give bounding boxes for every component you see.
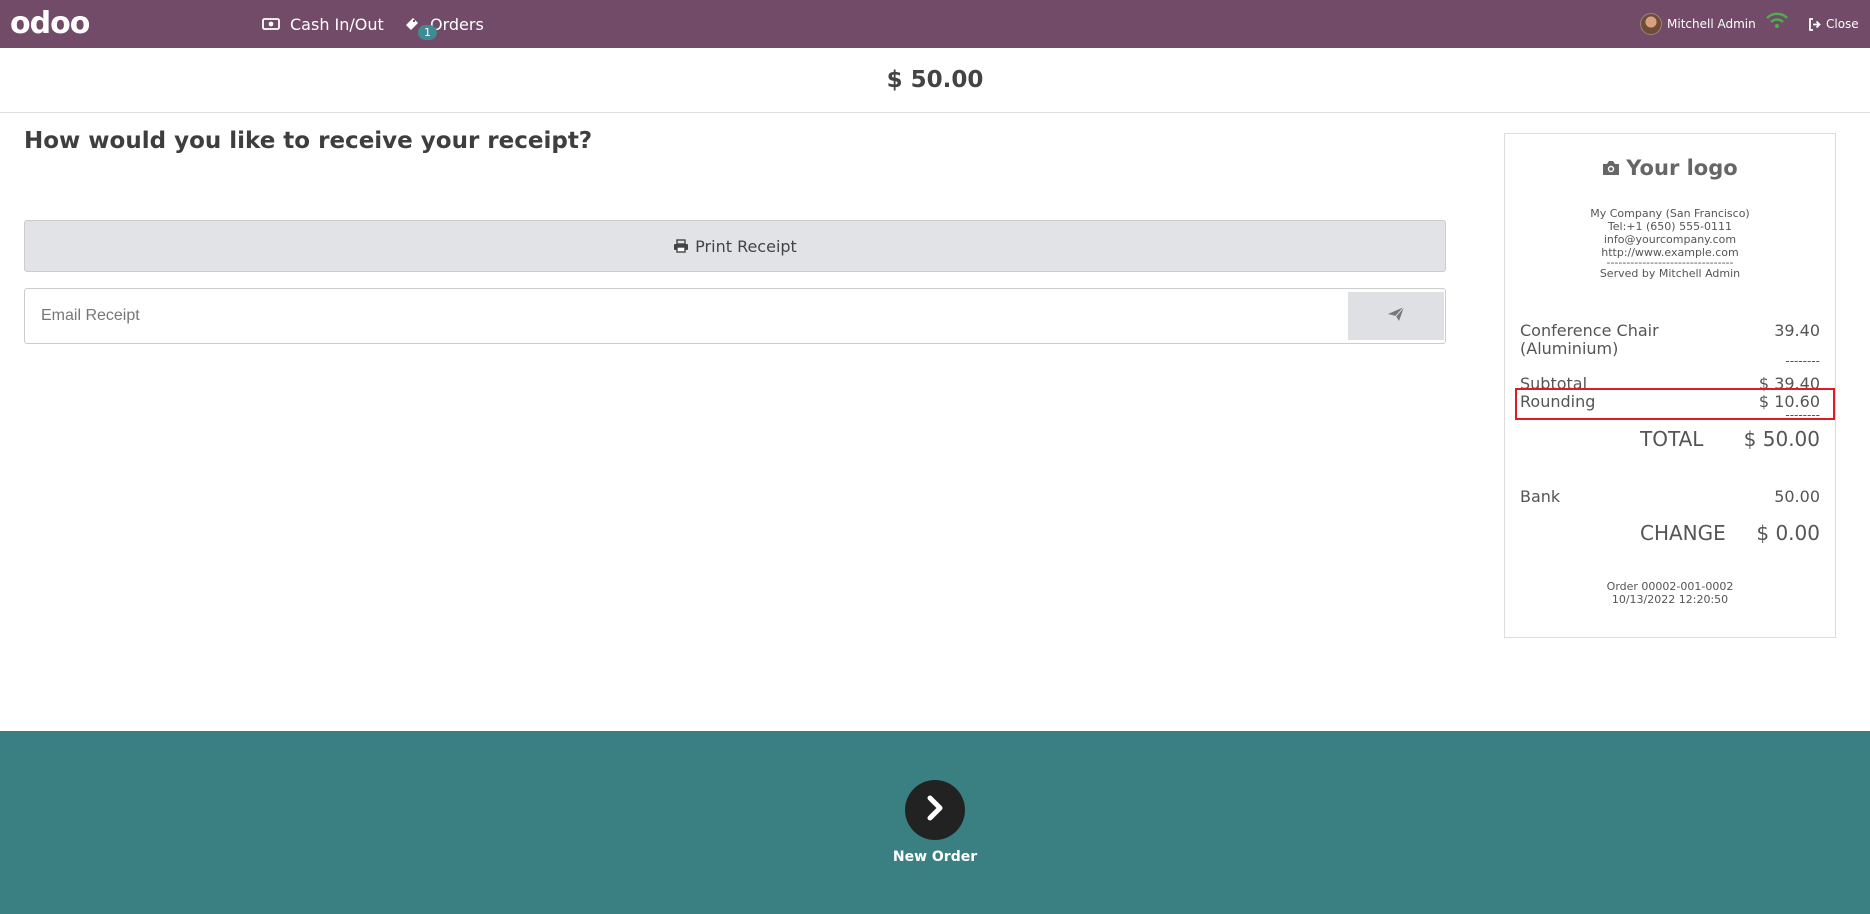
paper-plane-icon — [1387, 306, 1405, 326]
wifi-icon — [1766, 12, 1788, 34]
receipt-header: My Company (San Francisco) Tel:+1 (650) … — [1505, 207, 1835, 280]
total-amount: $ 50.00 — [886, 67, 984, 93]
receipt-footer: Order 00002-001-0002 10/13/2022 12:20:50 — [1505, 580, 1835, 606]
avatar — [1640, 13, 1662, 35]
change-row: CHANGE $ 0.00 — [1520, 521, 1820, 547]
orders-label: Orders — [430, 14, 484, 34]
top-navbar: odoo Cash In/Out 1 Orders Mitchell Admin… — [0, 0, 1870, 48]
cash-in-out-button[interactable]: Cash In/Out — [262, 0, 384, 48]
total-label: TOTAL — [1640, 427, 1704, 451]
receipt-logo: Your logo — [1505, 156, 1835, 180]
company-email: info@yourcompany.com — [1603, 233, 1737, 246]
money-icon — [262, 17, 280, 31]
print-receipt-label: Print Receipt — [695, 236, 797, 256]
receipt-preview: Your logo My Company (San Francisco) Tel… — [1504, 133, 1836, 638]
close-label: Close — [1826, 17, 1859, 31]
camera-icon — [1602, 160, 1620, 176]
header-separator: -------------------------------- — [1606, 256, 1734, 269]
email-receipt-input[interactable] — [25, 289, 1345, 343]
user-name: Mitchell Admin — [1667, 17, 1756, 31]
rounding-highlight-box — [1515, 388, 1835, 420]
ticket-icon: 1 — [404, 16, 437, 40]
orders-button[interactable]: 1 Orders — [404, 0, 484, 48]
orders-count-badge: 1 — [418, 25, 437, 40]
sign-out-icon — [1808, 17, 1822, 31]
company-phone: Tel:+1 (650) 555-0111 — [1607, 220, 1733, 233]
item-price: 39.40 — [1774, 321, 1820, 340]
item-separator: -------- — [1785, 354, 1820, 368]
receipt-question: How would you like to receive your recei… — [24, 128, 593, 154]
change-value: $ 0.00 — [1756, 521, 1820, 545]
order-date: 10/13/2022 12:20:50 — [1611, 593, 1729, 606]
print-receipt-button[interactable]: Print Receipt — [24, 220, 1446, 272]
total-value: $ 50.00 — [1743, 427, 1820, 451]
company-name: My Company (San Francisco) — [1590, 207, 1750, 220]
amount-header: $ 50.00 — [0, 48, 1870, 113]
change-label: CHANGE — [1640, 521, 1726, 545]
served-by: Served by Mitchell Admin — [1599, 267, 1741, 280]
total-row: TOTAL $ 50.00 — [1520, 427, 1820, 453]
order-reference: Order 00002-001-0002 — [1606, 580, 1734, 593]
new-order-label: New Order — [892, 849, 978, 865]
logo-text: Your logo — [1626, 156, 1738, 180]
bank-label: Bank — [1520, 487, 1561, 506]
new-order-button[interactable] — [905, 780, 965, 840]
item-name: Conference Chair (Aluminium) — [1520, 321, 1659, 358]
odoo-logo: odoo — [10, 6, 90, 41]
send-email-button[interactable] — [1348, 292, 1444, 340]
chevron-right-icon — [924, 795, 946, 825]
bottom-action-bar: New Order — [0, 731, 1870, 914]
print-icon — [673, 239, 689, 253]
bank-value: 50.00 — [1774, 487, 1820, 506]
user-menu[interactable]: Mitchell Admin — [1640, 0, 1756, 48]
close-button[interactable]: Close — [1808, 0, 1859, 48]
email-receipt-group — [24, 288, 1446, 344]
cash-in-out-label: Cash In/Out — [290, 14, 384, 34]
